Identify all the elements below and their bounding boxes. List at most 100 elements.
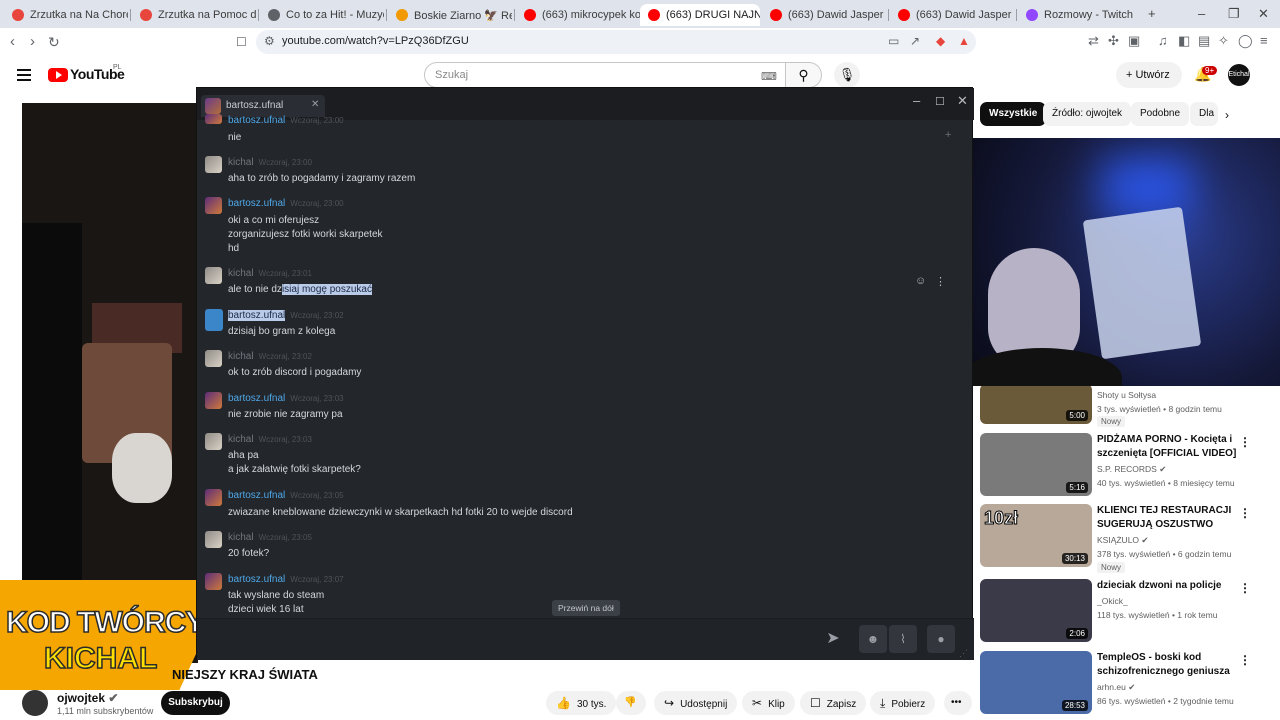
- search-input[interactable]: Szukaj: [435, 69, 468, 81]
- chip-for-you[interactable]: Dla: [1190, 102, 1218, 126]
- video-title[interactable]: KLIENCI TEJ RESTAURACJI SUGERUJĄ OSZUSTW…: [1097, 504, 1245, 532]
- menu-hamburger-icon[interactable]: [17, 69, 31, 84]
- chip-similar[interactable]: Podobne: [1131, 102, 1190, 126]
- voice-search-button[interactable]: 🎙: [834, 62, 860, 88]
- user-avatar[interactable]: [205, 267, 222, 284]
- keyboard-icon[interactable]: ⌨: [761, 70, 777, 83]
- user-avatar[interactable]: [205, 433, 222, 450]
- recommended-video[interactable]: 5:16 PIDŻAMA PORNO - Kocięta i szczenięt…: [980, 433, 1276, 499]
- share-icon[interactable]: ↗: [910, 34, 920, 48]
- minimize-chat-icon[interactable]: –: [913, 93, 920, 108]
- user-avatar-selected[interactable]: [205, 309, 223, 331]
- message-author[interactable]: bartosz.ufnal Wczoraj, 23:05: [228, 490, 344, 501]
- close-chat-tab-icon[interactable]: ✕: [311, 99, 319, 110]
- message-author[interactable]: bartosz.ufnal Wczoraj, 23:00: [228, 115, 344, 126]
- save-button[interactable]: ☐ Zapisz: [800, 691, 867, 715]
- ai-icon[interactable]: ✧: [1218, 33, 1229, 49]
- forward-icon[interactable]: ›: [30, 32, 35, 52]
- translate-icon[interactable]: ⇄: [1088, 33, 1099, 49]
- browser-tab[interactable]: Rozmowy - Twitch: [1018, 4, 1142, 26]
- user-avatar[interactable]: [205, 114, 222, 124]
- more-options-icon[interactable]: ⋮: [935, 275, 946, 288]
- restore-window-icon[interactable]: ❐: [1228, 6, 1240, 22]
- message-author[interactable]: kichal Wczoraj, 23:03: [228, 434, 312, 445]
- chip-source[interactable]: Źródło: ojwojtek: [1043, 102, 1132, 126]
- browser-tab[interactable]: Boskie Ziarno 🦅 Rekordy: [388, 4, 512, 26]
- browser-tab[interactable]: Zrzutka na Pomoc dla Mał: [132, 4, 256, 26]
- add-reaction-icon[interactable]: ☺: [915, 275, 926, 287]
- more-actions-button[interactable]: •••: [944, 691, 972, 715]
- minimize-window-icon[interactable]: –: [1198, 6, 1205, 21]
- browser-tab[interactable]: (663) Dawid Jasper i mój a: [762, 4, 886, 26]
- user-avatar[interactable]: [205, 350, 222, 367]
- microphone-icon[interactable]: ●: [927, 625, 955, 653]
- user-avatar[interactable]: [205, 531, 222, 548]
- message-author[interactable]: kichal Wczoraj, 23:01: [228, 268, 312, 279]
- video-thumbnail[interactable]: 5:16: [980, 433, 1092, 496]
- message-author[interactable]: kichal Wczoraj, 23:00: [228, 157, 312, 168]
- user-avatar[interactable]: [205, 573, 222, 590]
- video-channel[interactable]: Shoty u Sołtysa: [1097, 390, 1156, 400]
- message-author[interactable]: bartosz.ufnal Wczoraj, 23:00: [228, 198, 344, 209]
- recommended-video[interactable]: 28:53 TempleOS - boski kod schizofrenicz…: [980, 651, 1276, 717]
- browser-tab[interactable]: Zrzutka na Na Chore Osoby: [4, 4, 128, 26]
- message-author[interactable]: bartosz.ufnal Wczoraj, 23:03: [228, 393, 344, 404]
- more-vertical-icon[interactable]: ⋮: [1239, 506, 1251, 520]
- subscribe-button[interactable]: Subskrybuj: [161, 691, 230, 715]
- youtube-logo-icon[interactable]: [48, 68, 68, 82]
- close-window-icon[interactable]: ✕: [1258, 6, 1269, 22]
- more-vertical-icon[interactable]: ⋮: [1239, 581, 1251, 595]
- search-button[interactable]: ⚲: [786, 62, 822, 88]
- more-vertical-icon[interactable]: ⋮: [1239, 653, 1251, 667]
- share-button[interactable]: ↪ Udostępnij: [654, 691, 738, 715]
- video-thumbnail[interactable]: 5:00: [980, 384, 1092, 424]
- more-vertical-icon[interactable]: ⋮: [1239, 435, 1251, 449]
- download-button[interactable]: ⤓ Pobierz: [870, 691, 936, 715]
- video-thumbnail[interactable]: 28:53: [980, 651, 1092, 714]
- video-channel[interactable]: arhn.eu ✔: [1097, 682, 1135, 693]
- browser-tab[interactable]: Co to za Hit! - Muzyczny Q: [260, 4, 384, 26]
- omnibox[interactable]: ⚙ youtube.com/watch?v=LPzQ36DfZGU ▭ ↗ ◆ …: [256, 30, 976, 54]
- message-author[interactable]: bartosz.ufnal Wczoraj, 23:07: [228, 574, 344, 585]
- clip-button[interactable]: ✂ Klip: [742, 691, 795, 715]
- create-button[interactable]: + Utwórz: [1116, 62, 1182, 88]
- wallet-icon[interactable]: ▤: [1198, 33, 1210, 49]
- user-avatar[interactable]: [205, 489, 222, 506]
- search-box[interactable]: Szukaj ⌨: [424, 62, 786, 88]
- screen-icon[interactable]: ▭: [888, 34, 899, 48]
- video-player[interactable]: [22, 103, 198, 663]
- extensions-icon[interactable]: ✣: [1108, 33, 1119, 49]
- user-avatar[interactable]: [205, 392, 222, 409]
- reload-icon[interactable]: ↻: [48, 32, 60, 52]
- vpn-icon[interactable]: ◯: [1238, 33, 1253, 49]
- chip-all[interactable]: Wszystkie: [980, 102, 1047, 126]
- dislike-button[interactable]: 👎: [616, 691, 646, 715]
- media-icon[interactable]: ♫: [1158, 33, 1168, 48]
- video-channel[interactable]: S.P. RECORDS ✔: [1097, 464, 1166, 475]
- message-input-bar[interactable]: [197, 618, 974, 660]
- new-tab-icon[interactable]: +: [1148, 6, 1156, 21]
- message-author[interactable]: kichal Wczoraj, 23:02: [228, 351, 312, 362]
- video-thumbnail[interactable]: 2:06: [980, 579, 1092, 642]
- bookmark-icon[interactable]: ☐: [236, 32, 247, 52]
- menu-icon[interactable]: ≡: [1260, 33, 1268, 48]
- user-avatar[interactable]: [205, 197, 222, 214]
- emoji-icon[interactable]: ☻: [859, 625, 887, 653]
- user-avatar[interactable]: [205, 156, 222, 173]
- sidebar-icon[interactable]: ◧: [1178, 33, 1190, 49]
- recommended-video[interactable]: 2:06 dzieciak dzwoni na policje _Okick_ …: [980, 579, 1276, 645]
- site-info-icon[interactable]: ⚙: [264, 34, 275, 48]
- browser-tab-active[interactable]: (663) DRUGI NAJNIEB✕: [640, 4, 760, 26]
- send-icon[interactable]: ➤: [819, 625, 847, 653]
- recommended-video[interactable]: 5:00 Shoty u Sołtysa 3 tys. wyświetleń •…: [980, 384, 1276, 427]
- video-title[interactable]: TempleOS - boski kod schizofrenicznego g…: [1097, 651, 1245, 679]
- video-channel[interactable]: _Okick_: [1097, 596, 1128, 606]
- close-chat-icon[interactable]: ✕: [957, 93, 968, 109]
- video-title[interactable]: dzieciak dzwoni na policje: [1097, 579, 1245, 593]
- account-avatar[interactable]: Etichal: [1228, 64, 1250, 86]
- video-thumbnail[interactable]: 10zł 30:13: [980, 504, 1092, 567]
- message-author[interactable]: bartosz.ufnal Wczoraj, 23:02: [228, 310, 344, 321]
- back-icon[interactable]: ‹: [10, 32, 15, 52]
- rewards-icon[interactable]: ▲: [958, 34, 970, 48]
- attach-icon[interactable]: ⌇: [889, 625, 917, 653]
